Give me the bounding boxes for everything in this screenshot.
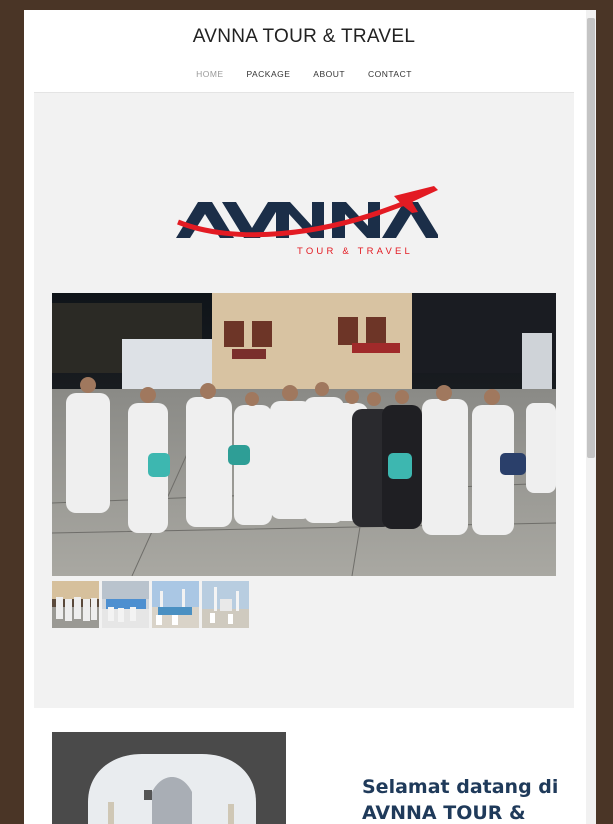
main-gallery-photo[interactable] [52, 293, 556, 576]
welcome-section: Selamat datang di AVNNA TOUR & [34, 708, 574, 824]
welcome-heading-line-2: AVNNA TOUR & [362, 802, 526, 824]
nav-package[interactable]: PACKAGE [246, 69, 290, 79]
logo-tagline: TOUR & TRAVEL [297, 246, 413, 257]
main-nav: HOME PACKAGE ABOUT CONTACT [34, 69, 574, 79]
welcome-heading-line-1: Selamat datang di [362, 776, 559, 798]
site-title[interactable]: AVNNA TOUR & TRAVEL [34, 26, 574, 48]
hero-section: TOUR & TRAVEL [34, 96, 574, 708]
browser-page: AVNNA TOUR & TRAVEL HOME PACKAGE ABOUT C… [24, 10, 596, 824]
thumbnail-2[interactable] [102, 581, 149, 628]
welcome-heading: Selamat datang di AVNNA TOUR & [362, 774, 562, 824]
scrollbar-thumb[interactable] [587, 18, 595, 458]
site-header: AVNNA TOUR & TRAVEL HOME PACKAGE ABOUT C… [34, 10, 574, 93]
thumbnail-3[interactable] [152, 581, 199, 628]
nav-home[interactable]: HOME [196, 69, 224, 79]
avnna-logo: TOUR & TRAVEL [172, 180, 440, 260]
vertical-scrollbar[interactable] [586, 10, 596, 824]
thumbnail-1[interactable] [52, 581, 99, 628]
nav-contact[interactable]: CONTACT [368, 69, 412, 79]
content-area: AVNNA TOUR & TRAVEL HOME PACKAGE ABOUT C… [34, 10, 574, 824]
thumbnail-4[interactable] [202, 581, 249, 628]
welcome-photo [52, 732, 286, 824]
nav-about[interactable]: ABOUT [313, 69, 345, 79]
